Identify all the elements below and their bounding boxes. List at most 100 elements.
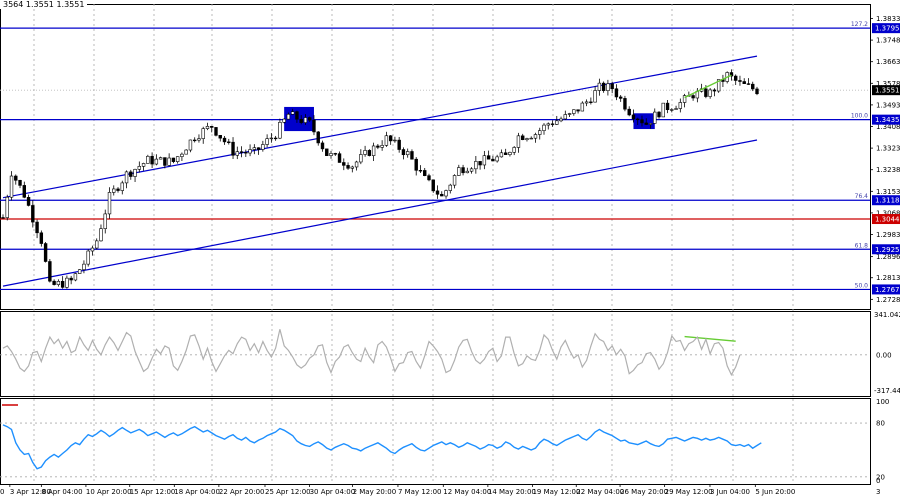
candle-body bbox=[482, 155, 487, 166]
time-label-fragment: 3 bbox=[876, 488, 880, 496]
price-tick-label: 1.3748 bbox=[876, 37, 900, 45]
time-label: 3 Jun 04:00 bbox=[710, 488, 750, 496]
candle-body bbox=[670, 109, 674, 111]
price-tick-label: 1.2983 bbox=[876, 231, 900, 239]
candle-body bbox=[43, 243, 48, 262]
candle-body bbox=[401, 149, 406, 156]
candle-body bbox=[31, 205, 35, 223]
candle-body bbox=[320, 142, 325, 150]
candle-body bbox=[423, 170, 427, 176]
ohlc-readout: 3564 1.3551 1.3551 bbox=[0, 0, 88, 9]
candle-body bbox=[555, 120, 559, 125]
candle-body bbox=[112, 188, 116, 193]
candle-body bbox=[674, 108, 678, 110]
candle-body bbox=[593, 90, 597, 103]
candle-body bbox=[354, 161, 359, 168]
candle-body bbox=[48, 261, 52, 282]
candle-body bbox=[222, 137, 227, 143]
time-label: 26 May 20:00 bbox=[620, 488, 668, 496]
candle-body bbox=[60, 281, 65, 288]
candle-body bbox=[1, 217, 5, 219]
candle-body bbox=[601, 82, 606, 91]
price-tick-label: 1.2728 bbox=[876, 296, 900, 304]
fib-level-percent: 50.0 bbox=[855, 282, 869, 289]
candle-body bbox=[252, 147, 257, 150]
cci-tick-label: 0.00 bbox=[876, 351, 892, 359]
candle-body bbox=[516, 135, 521, 148]
time-label: 19 May 12:00 bbox=[532, 488, 580, 496]
candle-body bbox=[197, 138, 201, 141]
candle-body bbox=[244, 152, 248, 154]
candle-body bbox=[239, 151, 244, 153]
candle-body bbox=[201, 128, 205, 139]
candle-body bbox=[618, 96, 623, 99]
candle bbox=[73, 272, 78, 282]
price-tick-label: 1.2896 bbox=[876, 253, 900, 261]
candle-body bbox=[393, 139, 397, 142]
candle-body bbox=[627, 108, 631, 116]
candle-body bbox=[414, 158, 418, 171]
fib-level-percent: 61.8 bbox=[855, 242, 869, 249]
candle-body bbox=[546, 123, 550, 126]
candle-body bbox=[273, 137, 278, 140]
candle-body bbox=[486, 155, 491, 160]
candle-body bbox=[129, 171, 133, 177]
candle-body bbox=[329, 153, 333, 156]
candle-body bbox=[325, 148, 329, 156]
candle-body bbox=[376, 145, 380, 148]
candle bbox=[661, 102, 665, 118]
time-label: 22 Apr 20:00 bbox=[219, 488, 265, 496]
candle-body bbox=[457, 167, 461, 176]
candle-body bbox=[631, 114, 636, 120]
candle-body bbox=[397, 139, 401, 150]
candle-body bbox=[167, 157, 171, 166]
pane-frame-2 bbox=[0, 311, 871, 397]
candle-body bbox=[133, 168, 137, 177]
candle-body bbox=[542, 124, 546, 131]
candle-body bbox=[282, 118, 286, 123]
candle-body bbox=[742, 81, 746, 84]
candle-body bbox=[738, 80, 742, 82]
candle-body bbox=[77, 269, 82, 274]
rsi-tick-label: 100 bbox=[876, 398, 889, 406]
red-level-label: 1.3044 bbox=[875, 216, 900, 224]
fib-level-label: 1.2925 bbox=[875, 246, 900, 254]
rsi-tick-label: 80 bbox=[876, 420, 885, 428]
candle-body bbox=[597, 82, 602, 91]
candle-body bbox=[550, 123, 555, 125]
candle-body bbox=[474, 161, 478, 170]
candle-body bbox=[158, 157, 163, 160]
candle-body bbox=[525, 138, 529, 141]
candle-body bbox=[708, 89, 712, 97]
candle-body bbox=[755, 88, 759, 95]
time-label: 14 May 20:00 bbox=[488, 488, 536, 496]
candle-body bbox=[308, 117, 312, 121]
time-label: 25 Apr 12:00 bbox=[265, 488, 311, 496]
candle-body bbox=[99, 228, 103, 242]
candle-body bbox=[529, 137, 533, 140]
candle-body bbox=[95, 240, 99, 249]
cci-tick-label: -317.444 bbox=[874, 387, 900, 395]
candle-body bbox=[653, 111, 657, 124]
candle-body bbox=[82, 263, 86, 270]
candle-body bbox=[388, 135, 393, 142]
fib-level-percent: 127.2 bbox=[851, 21, 868, 28]
candle-body bbox=[495, 156, 499, 162]
candle-body bbox=[584, 101, 589, 104]
candle-body bbox=[431, 179, 435, 192]
time-label-fragment: 0 bbox=[0, 488, 4, 496]
candle-body bbox=[533, 134, 538, 139]
candle-body bbox=[73, 273, 78, 281]
price-tick-label: 1.2813 bbox=[876, 274, 900, 282]
pane-frame-3 bbox=[0, 398, 871, 485]
candle-body bbox=[175, 156, 180, 162]
candle bbox=[86, 249, 90, 267]
candle-body bbox=[678, 102, 683, 109]
candle-body bbox=[461, 167, 465, 174]
candle-body bbox=[286, 113, 291, 120]
candle-body bbox=[734, 75, 738, 81]
candle-body bbox=[589, 101, 593, 103]
candle-body bbox=[559, 118, 563, 122]
candle-body bbox=[227, 141, 231, 143]
candle bbox=[325, 148, 329, 157]
